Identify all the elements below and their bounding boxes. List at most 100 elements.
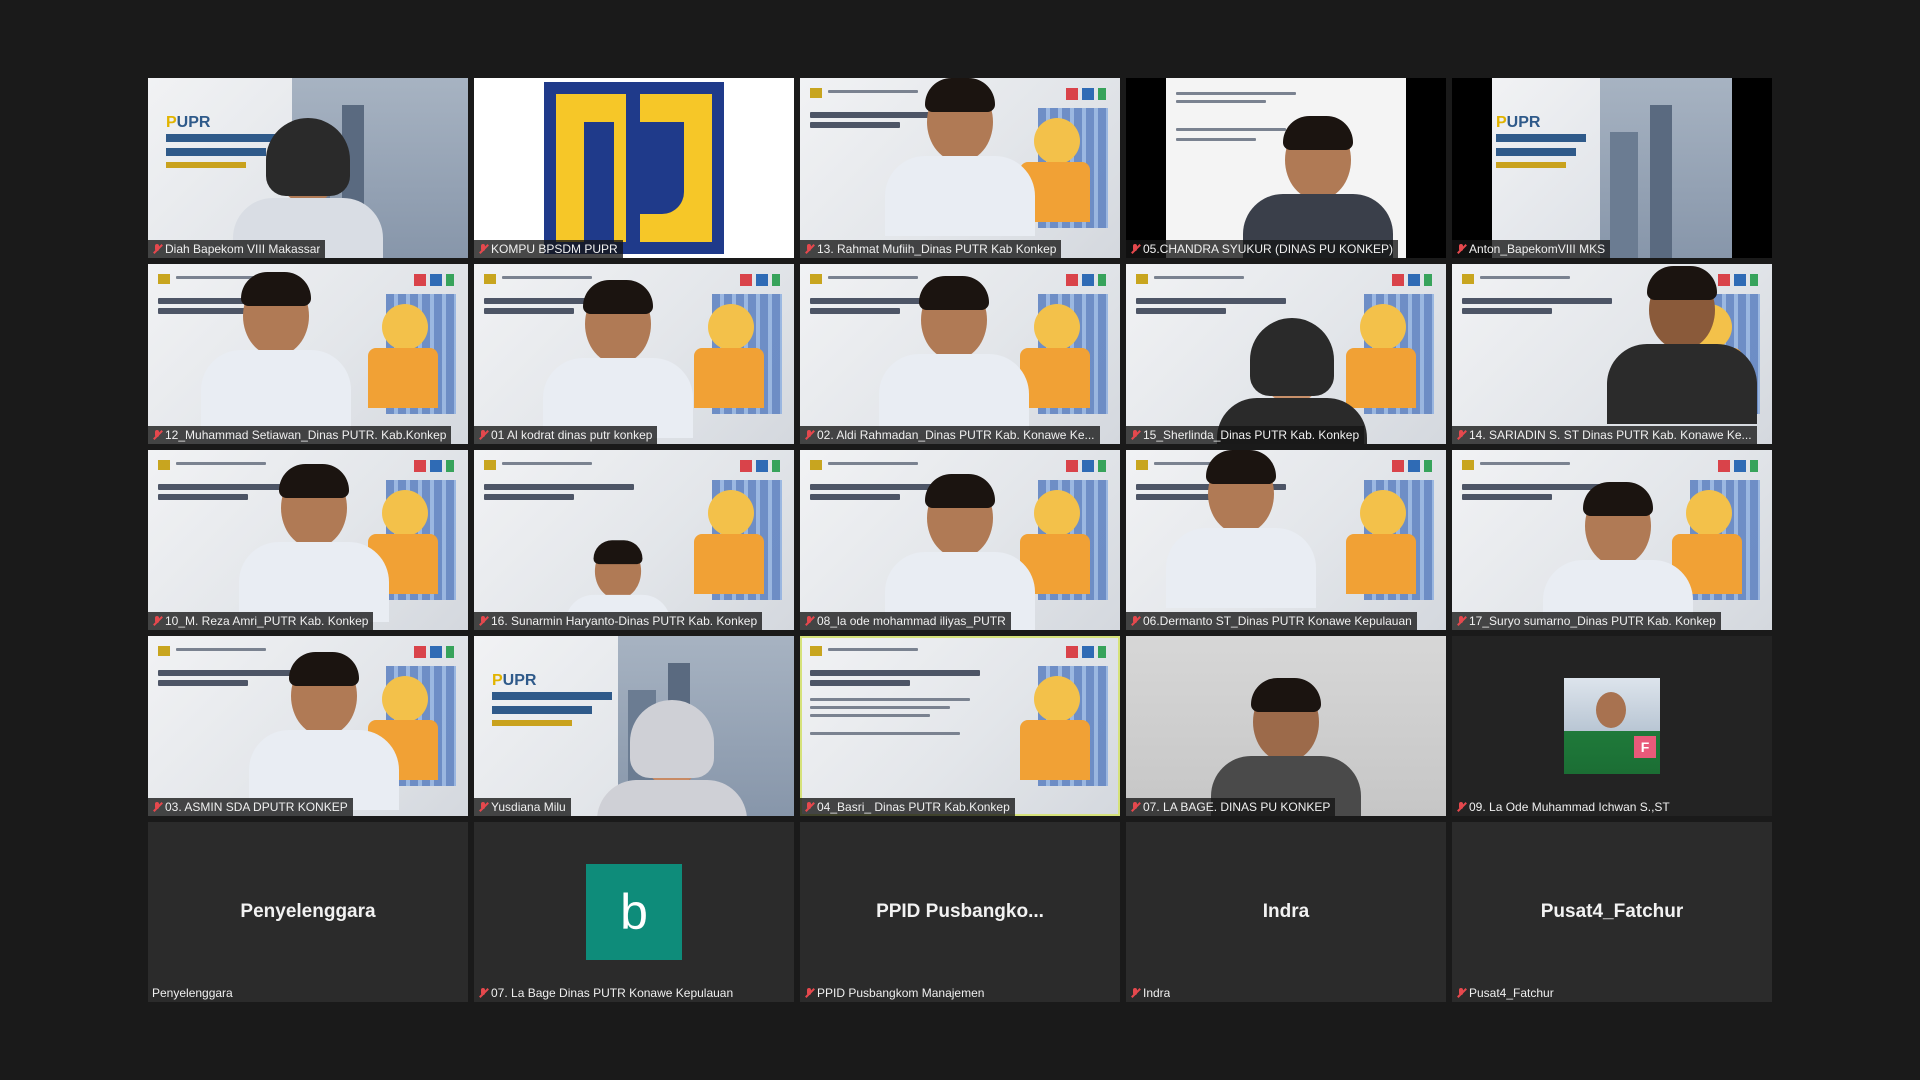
mic-muted-icon bbox=[1456, 987, 1466, 999]
participant-name-bar: 13. Rahmat Mufiih_Dinas PUTR Kab Konkep bbox=[800, 240, 1062, 258]
participant-name: 03. ASMIN SDA DPUTR KONKEP bbox=[165, 800, 348, 814]
mic-muted-icon bbox=[804, 801, 814, 813]
slide-background bbox=[800, 636, 1120, 816]
participant-tile[interactable]: 06.Dermanto ST_Dinas PUTR Konawe Kepulau… bbox=[1126, 450, 1446, 630]
participant-name: 15_Sherlinda_Dinas PUTR Kab. Konkep bbox=[1143, 428, 1360, 442]
participant-video bbox=[233, 118, 383, 258]
participant-name: Pusat4_Fatchur bbox=[1469, 986, 1554, 1000]
participant-video bbox=[885, 78, 1035, 236]
participant-tile[interactable]: 10_M. Reza Amri_PUTR Kab. Konkep bbox=[148, 450, 468, 630]
avatar: b bbox=[586, 864, 682, 960]
participant-name-bar: Pusat4_Fatchur bbox=[1452, 984, 1559, 1002]
participant-video bbox=[1211, 678, 1361, 816]
participant-name-bar: 04_Basri_ Dinas PUTR Kab.Konkep bbox=[800, 798, 1015, 816]
participant-name-bar: PPID Pusbangkom Manajemen bbox=[800, 984, 989, 1002]
participant-name-bar: 03. ASMIN SDA DPUTR KONKEP bbox=[148, 798, 353, 816]
participant-name-bar: 07. LA BAGE. DINAS PU KONKEP bbox=[1126, 798, 1336, 816]
participant-name-bar: 17_Suryo sumarno_Dinas PUTR Kab. Konkep bbox=[1452, 612, 1721, 630]
mic-muted-icon bbox=[804, 987, 814, 999]
participant-name: Penyelenggara bbox=[152, 986, 233, 1000]
mic-muted-icon bbox=[804, 429, 814, 441]
participant-tile[interactable]: 17_Suryo sumarno_Dinas PUTR Kab. Konkep bbox=[1452, 450, 1772, 630]
participant-tile[interactable]: 16. Sunarmin Haryanto-Dinas PUTR Kab. Ko… bbox=[474, 450, 794, 630]
participant-tile[interactable]: 03. ASMIN SDA DPUTR KONKEP bbox=[148, 636, 468, 816]
participant-tile[interactable]: 07. LA BAGE. DINAS PU KONKEP bbox=[1126, 636, 1446, 816]
participant-name: PPID Pusbangkom Manajemen bbox=[817, 986, 985, 1000]
participant-video bbox=[1607, 266, 1758, 424]
participant-tile[interactable]: PPID Pusbangko... PPID Pusbangkom Manaje… bbox=[800, 822, 1120, 1002]
participant-display-name: PPID Pusbangko... bbox=[876, 901, 1044, 922]
mic-muted-icon bbox=[1456, 429, 1466, 441]
participant-tile[interactable]: KOMPU BPSDM PUPR bbox=[474, 78, 794, 258]
participant-name: 13. Rahmat Mufiih_Dinas PUTR Kab Konkep bbox=[817, 242, 1057, 256]
participant-tile[interactable]: 09. La Ode Muhammad Ichwan S.,ST bbox=[1452, 636, 1772, 816]
participant-name-bar: Diah Bapekom VIII Makassar bbox=[148, 240, 326, 258]
participant-name-bar: 14. SARIADIN S. ST Dinas PUTR Kab. Konaw… bbox=[1452, 426, 1757, 444]
participant-name: 10_M. Reza Amri_PUTR Kab. Konkep bbox=[165, 614, 369, 628]
participant-tile[interactable]: PUPR Yusdiana Milu bbox=[474, 636, 794, 816]
participant-display-name: Pusat4_Fatchur bbox=[1540, 901, 1684, 922]
participant-name-bar: Indra bbox=[1126, 984, 1175, 1002]
mic-muted-icon bbox=[1130, 987, 1140, 999]
participant-name: 07. LA BAGE. DINAS PU KONKEP bbox=[1143, 800, 1331, 814]
mic-muted-icon bbox=[152, 429, 162, 441]
participant-name: Diah Bapekom VIII Makassar bbox=[165, 242, 321, 256]
participant-name-bar: Anton_BapekomVIII MKS bbox=[1452, 240, 1611, 258]
participant-tile[interactable]: b 07. La Bage Dinas PUTR Konawe Kepulaua… bbox=[474, 822, 794, 1002]
participant-name: 06.Dermanto ST_Dinas PUTR Konawe Kepulau… bbox=[1143, 614, 1412, 628]
participant-tile-active-speaker[interactable]: 04_Basri_ Dinas PUTR Kab.Konkep bbox=[800, 636, 1120, 816]
participant-name-bar: 08_la ode mohammad iliyas_PUTR bbox=[800, 612, 1011, 630]
mic-muted-icon bbox=[152, 615, 162, 627]
participant-tile[interactable]: PUPR Anton_BapekomVIII MKS bbox=[1452, 78, 1772, 258]
participant-tile[interactable]: 02. Aldi Rahmadan_Dinas PUTR Kab. Konawe… bbox=[800, 264, 1120, 444]
participant-name: 09. La Ode Muhammad Ichwan S.,ST bbox=[1469, 800, 1670, 814]
participant-name-bar: 09. La Ode Muhammad Ichwan S.,ST bbox=[1452, 798, 1675, 816]
participant-video bbox=[239, 464, 390, 622]
participant-name: 04_Basri_ Dinas PUTR Kab.Konkep bbox=[817, 800, 1010, 814]
mic-muted-icon bbox=[1456, 801, 1466, 813]
participant-tile[interactable]: 05.CHANDRA SYUKUR (DINAS PU KONKEP) bbox=[1126, 78, 1446, 258]
participant-tile[interactable]: 01 Al kodrat dinas putr konkep bbox=[474, 264, 794, 444]
mic-muted-icon bbox=[804, 615, 814, 627]
mic-muted-icon bbox=[478, 615, 488, 627]
participant-name-bar: 02. Aldi Rahmadan_Dinas PUTR Kab. Konawe… bbox=[800, 426, 1100, 444]
participant-name: 16. Sunarmin Haryanto-Dinas PUTR Kab. Ko… bbox=[491, 614, 758, 628]
participant-tile[interactable]: 14. SARIADIN S. ST Dinas PUTR Kab. Konaw… bbox=[1452, 264, 1772, 444]
participant-tile[interactable]: 13. Rahmat Mufiih_Dinas PUTR Kab Konkep bbox=[800, 78, 1120, 258]
participant-video bbox=[249, 652, 399, 810]
video-gallery: PUPR Diah Bapekom VIII Makassar KOMPU BP… bbox=[148, 78, 1772, 1002]
participant-tile[interactable]: Penyelenggara Penyelenggara bbox=[148, 822, 468, 1002]
mic-muted-icon bbox=[1456, 615, 1466, 627]
participant-name-bar: 01 Al kodrat dinas putr konkep bbox=[474, 426, 658, 444]
mic-muted-icon bbox=[1130, 243, 1140, 255]
participant-name: 07. La Bage Dinas PUTR Konawe Kepulauan bbox=[491, 986, 734, 1000]
pupr-logo: PUPR bbox=[492, 672, 537, 689]
participant-tile[interactable]: 08_la ode mohammad iliyas_PUTR bbox=[800, 450, 1120, 630]
participant-name: 05.CHANDRA SYUKUR (DINAS PU KONKEP) bbox=[1143, 242, 1394, 256]
slide-text-decor bbox=[492, 720, 572, 726]
mic-muted-icon bbox=[478, 987, 488, 999]
participant-name-bar: 12_Muhammad Setiawan_Dinas PUTR. Kab.Kon… bbox=[148, 426, 452, 444]
pupr-logo: PUPR bbox=[166, 114, 211, 131]
participant-tile[interactable]: Pusat4_Fatchur Pusat4_Fatchur bbox=[1452, 822, 1772, 1002]
participant-video bbox=[1243, 116, 1393, 258]
slide-text-decor bbox=[492, 692, 612, 700]
participant-name: KOMPU BPSDM PUPR bbox=[491, 242, 618, 256]
participant-name-bar: 15_Sherlinda_Dinas PUTR Kab. Konkep bbox=[1126, 426, 1365, 444]
participant-name-bar: 06.Dermanto ST_Dinas PUTR Konawe Kepulau… bbox=[1126, 612, 1417, 630]
participant-tile[interactable]: 15_Sherlinda_Dinas PUTR Kab. Konkep bbox=[1126, 264, 1446, 444]
slide-background: PUPR bbox=[1492, 78, 1732, 258]
participant-name: 01 Al kodrat dinas putr konkep bbox=[491, 428, 653, 442]
mic-muted-icon bbox=[1130, 429, 1140, 441]
participant-tile[interactable]: 12_Muhammad Setiawan_Dinas PUTR. Kab.Kon… bbox=[148, 264, 468, 444]
mic-muted-icon bbox=[152, 801, 162, 813]
participant-tile[interactable]: Indra Indra bbox=[1126, 822, 1446, 1002]
participant-name-bar: 05.CHANDRA SYUKUR (DINAS PU KONKEP) bbox=[1126, 240, 1399, 258]
mic-muted-icon bbox=[804, 243, 814, 255]
participant-video bbox=[201, 272, 351, 430]
participant-tile[interactable]: PUPR Diah Bapekom VIII Makassar bbox=[148, 78, 468, 258]
mic-muted-icon bbox=[478, 243, 488, 255]
mic-muted-icon bbox=[152, 243, 162, 255]
participant-video bbox=[543, 280, 693, 438]
mic-muted-icon bbox=[478, 801, 488, 813]
